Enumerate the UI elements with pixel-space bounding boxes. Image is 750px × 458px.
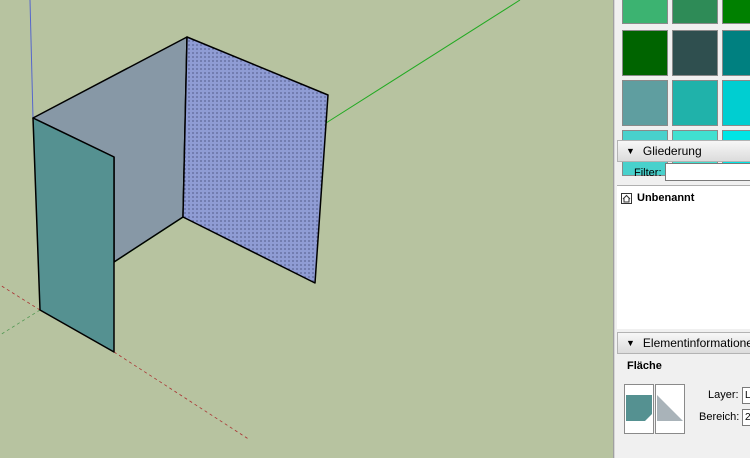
collapse-triangle-icon[interactable]: ▼ (626, 338, 635, 348)
model-scene[interactable] (0, 0, 613, 458)
entity-type-label: Fläche (627, 360, 662, 372)
back-face-icon (657, 395, 683, 421)
outliner-tree: Unbenannt (617, 185, 750, 329)
filter-input[interactable] (665, 163, 750, 181)
entity-info-header[interactable]: ▼ Elementinformationen (617, 332, 750, 354)
swatch[interactable] (672, 30, 718, 76)
layer-label: Layer: (708, 389, 739, 401)
green-axis-negative (0, 309, 41, 336)
blue-axis (29, 0, 34, 119)
collapse-triangle-icon[interactable]: ▼ (626, 146, 635, 156)
right-wall-face[interactable] (182, 36, 329, 284)
swatch[interactable] (722, 30, 750, 76)
front-material-swatch[interactable] (624, 384, 654, 434)
front-face-icon (626, 395, 652, 421)
outliner-row-model[interactable]: Unbenannt (621, 192, 694, 204)
entity-info-title: Elementinformationen (642, 336, 750, 350)
model-name-label: Unbenannt (637, 192, 695, 204)
filter-label: Filter: (634, 167, 662, 179)
swatch[interactable] (622, 30, 668, 76)
tray-panel: ▼ Gliederung Filter: Unbenannt ▼ Element… (615, 0, 750, 458)
swatch[interactable] (722, 0, 750, 24)
swatch[interactable] (672, 0, 718, 24)
front-wall-face[interactable] (32, 117, 115, 353)
swatch[interactable] (622, 0, 668, 24)
green-axis (325, 0, 521, 124)
swatch[interactable] (622, 80, 668, 126)
area-value-field: 2 (742, 409, 750, 426)
area-label: Bereich: (699, 411, 740, 423)
red-axis-extension (113, 351, 251, 441)
layer-select[interactable]: L (742, 387, 750, 404)
red-axis-negative (0, 284, 41, 311)
outliner-title: Gliederung (642, 144, 702, 158)
swatch[interactable] (672, 80, 718, 126)
model-home-icon (621, 192, 632, 204)
back-material-swatch[interactable] (655, 384, 685, 434)
swatch[interactable] (722, 80, 750, 126)
drawing-viewport[interactable] (0, 0, 613, 458)
outliner-header[interactable]: ▼ Gliederung (617, 140, 750, 162)
